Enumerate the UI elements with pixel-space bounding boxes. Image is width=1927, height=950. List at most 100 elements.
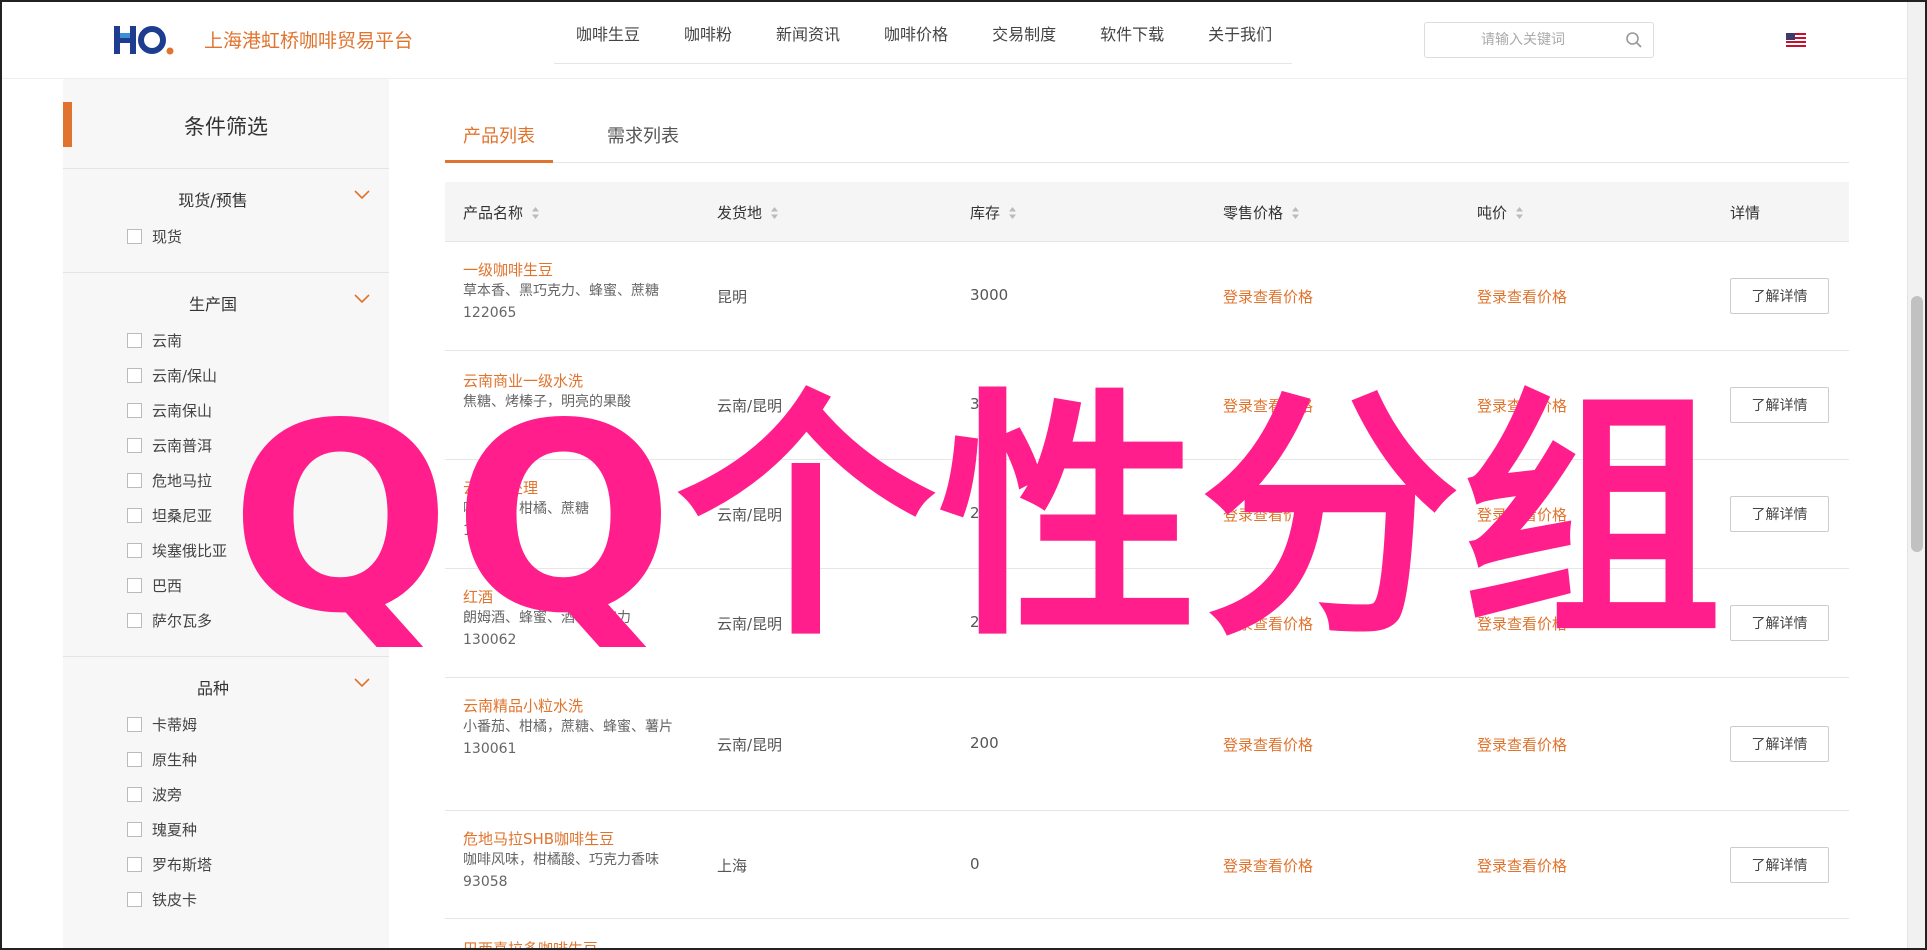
sort-icon[interactable] [1008,206,1017,220]
scrollbar-thumb[interactable] [1911,296,1923,552]
checkbox[interactable] [127,508,142,523]
us-flag-icon[interactable] [1786,33,1806,47]
filter-option[interactable]: 云南/保山 [63,358,389,393]
column-header-retail-price[interactable]: 零售价格 [1223,202,1300,223]
filter-option[interactable]: 云南保山 [63,393,389,428]
site-name[interactable]: 上海港虹桥咖啡贸易平台 [204,26,413,53]
product-name-link[interactable]: 一级咖啡生豆 [463,260,683,280]
checkbox[interactable] [127,368,142,383]
retail-price-login-link[interactable]: 登录查看价格 [1223,286,1313,307]
search-icon[interactable] [1625,31,1643,49]
product-name-link[interactable]: 巴西喜拉多咖啡生豆 [463,939,683,948]
checkbox[interactable] [127,787,142,802]
search-input[interactable] [1425,23,1621,57]
tab-demand-list[interactable]: 需求列表 [607,122,679,148]
detail-button[interactable]: 了解详情 [1730,847,1829,883]
stock-cell: 300 [970,395,999,413]
checkbox[interactable] [127,543,142,558]
detail-button[interactable]: 了解详情 [1730,496,1829,532]
retail-price-login-link[interactable]: 登录查看价格 [1223,504,1313,525]
stock-cell: 200 [970,504,999,522]
checkbox[interactable] [127,822,142,837]
checkbox[interactable] [127,333,142,348]
filter-option[interactable]: 埃塞俄比亚 [63,533,389,568]
sort-icon[interactable] [1291,206,1300,220]
detail-button[interactable]: 了解详情 [1730,278,1829,314]
product-name-link[interactable]: 红酒 [463,587,683,607]
ton-price-login-link[interactable]: 登录查看价格 [1477,855,1567,876]
checkbox[interactable] [127,403,142,418]
ton-price-login-link[interactable]: 登录查看价格 [1477,395,1567,416]
retail-price-login-link[interactable]: 登录查看价格 [1223,613,1313,634]
chevron-down-icon[interactable] [353,677,371,689]
checkbox[interactable] [127,578,142,593]
checkbox[interactable] [127,752,142,767]
sort-icon[interactable] [770,206,779,220]
ton-price-login-link[interactable]: 登录查看价格 [1477,734,1567,755]
filter-option-label: 萨尔瓦多 [152,612,213,630]
ton-price-login-link[interactable]: 登录查看价格 [1477,613,1567,634]
filter-option[interactable]: 原生种 [63,742,389,777]
filter-option[interactable]: 坦桑尼亚 [63,498,389,533]
ton-price-login-link[interactable]: 登录查看价格 [1477,504,1567,525]
origin-cell: 云南/昆明 [717,615,783,633]
chevron-down-icon[interactable] [353,189,371,201]
checkbox[interactable] [127,229,142,244]
nav-item-green-beans[interactable]: 咖啡生豆 [576,21,640,45]
nav-item-coffee-powder[interactable]: 咖啡粉 [684,21,732,45]
tab-product-list[interactable]: 产品列表 [463,122,535,148]
table-row: 云南商业一级水洗 焦糖、烤榛子，明亮的果酸 云南/昆明 300 登录查看价格 登… [445,351,1849,460]
filter-group-origin: 生产国 云南 云南/保山 云南保山 云南普洱 危地马拉 坦桑尼亚 埃塞俄比亚 巴… [63,273,389,657]
nav-item-about[interactable]: 关于我们 [1208,21,1272,45]
column-header-ton-price[interactable]: 吨价 [1477,202,1524,223]
retail-price-login-link[interactable]: 登录查看价格 [1223,734,1313,755]
product-name-link[interactable]: 云南商业一级水洗 [463,371,683,391]
filter-group-header[interactable]: 生产国 [63,291,389,317]
sort-icon[interactable] [1515,206,1524,220]
column-header-stock[interactable]: 库存 [970,202,1017,223]
detail-button[interactable]: 了解详情 [1730,605,1829,641]
filter-option[interactable]: 铁皮卡 [63,882,389,917]
checkbox[interactable] [127,717,142,732]
column-header-origin[interactable]: 发货地 [717,202,779,223]
logo[interactable] [114,24,174,56]
filter-group-header[interactable]: 品种 [63,675,389,701]
filter-option[interactable]: 卡蒂姆 [63,707,389,742]
product-code: 130063 [463,523,517,539]
nav-item-trading-rules[interactable]: 交易制度 [992,21,1056,45]
filter-option[interactable]: 现货 [63,219,389,254]
checkbox[interactable] [127,857,142,872]
nav-item-news[interactable]: 新闻资讯 [776,21,840,45]
detail-button[interactable]: 了解详情 [1730,387,1829,423]
filter-option[interactable]: 罗布斯塔 [63,847,389,882]
page-scrollbar[interactable] [1907,2,1925,948]
ton-price-login-link[interactable]: 登录查看价格 [1477,286,1567,307]
checkbox[interactable] [127,892,142,907]
product-code: 122065 [463,305,517,321]
detail-button[interactable]: 了解详情 [1730,726,1829,762]
checkbox[interactable] [127,473,142,488]
filter-option[interactable]: 危地马拉 [63,463,389,498]
filter-option[interactable]: 波旁 [63,777,389,812]
column-header-name[interactable]: 产品名称 [463,202,540,223]
checkbox[interactable] [127,613,142,628]
product-name-link[interactable]: 云南精品小粒水洗 [463,696,683,716]
retail-price-login-link[interactable]: 登录查看价格 [1223,395,1313,416]
product-flavor: 咖啡花、柑橘、蔗糖 [463,501,589,517]
nav-item-download[interactable]: 软件下载 [1100,21,1164,45]
filter-group-header[interactable]: 现货/预售 [63,187,389,213]
filter-option[interactable]: 萨尔瓦多 [63,603,389,638]
filter-option-label: 现货 [152,228,183,246]
filter-option[interactable]: 云南 [63,323,389,358]
checkbox[interactable] [127,438,142,453]
product-name-link[interactable]: 云南蜜处理 [463,478,683,498]
filter-option[interactable]: 瑰夏种 [63,812,389,847]
nav-item-prices[interactable]: 咖啡价格 [884,21,948,45]
product-name-link[interactable]: 危地马拉SHB咖啡生豆 [463,829,683,849]
chevron-down-icon[interactable] [353,293,371,305]
sort-icon[interactable] [531,206,540,220]
product-cell: 云南商业一级水洗 焦糖、烤榛子，明亮的果酸 [463,371,683,413]
retail-price-login-link[interactable]: 登录查看价格 [1223,855,1313,876]
filter-option[interactable]: 巴西 [63,568,389,603]
filter-option[interactable]: 云南普洱 [63,428,389,463]
